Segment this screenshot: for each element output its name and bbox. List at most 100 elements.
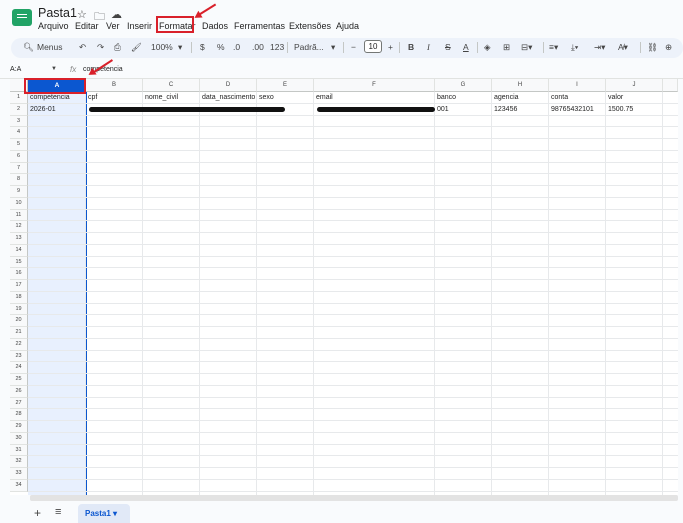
currency-button[interactable]: $	[200, 42, 205, 53]
column-header-f[interactable]: F	[314, 79, 435, 92]
font-select[interactable]: Padrã...	[294, 42, 324, 53]
decrease-font-size-button[interactable]: −	[351, 42, 356, 53]
column-header-b[interactable]: B	[86, 79, 143, 92]
row-header[interactable]: 20	[10, 315, 28, 327]
row-header[interactable]: 6	[10, 150, 28, 163]
row-header[interactable]: 15	[10, 256, 28, 269]
increase-font-size-button[interactable]: +	[388, 42, 393, 53]
row-header[interactable]: 11	[10, 209, 28, 222]
row-header[interactable]: 30	[10, 432, 28, 445]
font-size-input[interactable]: 10	[364, 40, 382, 53]
row-header[interactable]: 12	[10, 221, 28, 233]
increase-decimal-button[interactable]: .00	[252, 42, 264, 53]
row-header[interactable]: 4	[10, 127, 28, 139]
cell-b1[interactable]: cpf	[88, 92, 142, 103]
cell-h1[interactable]: agencia	[494, 92, 548, 103]
row-header[interactable]: 23	[10, 350, 28, 363]
name-box[interactable]: A:A	[10, 66, 21, 73]
column-header-e[interactable]: E	[257, 79, 314, 92]
borders-icon[interactable]: ⊞	[503, 42, 510, 53]
text-wrap-icon[interactable]: ⇥▾	[594, 42, 605, 53]
row-header[interactable]: 29	[10, 421, 28, 433]
cell-j2[interactable]: 1500.75	[608, 104, 662, 115]
menu-editar[interactable]: Editar	[74, 21, 100, 32]
row-header[interactable]: 14	[10, 244, 28, 257]
row-header[interactable]: 17	[10, 280, 28, 292]
comment-icon[interactable]: ⊕	[665, 42, 672, 53]
row-header[interactable]: 24	[10, 362, 28, 374]
chevron-down-icon[interactable]: ▾	[178, 42, 182, 53]
search-menus-button[interactable]: Menus	[37, 42, 63, 53]
text-color-button[interactable]: A	[463, 42, 469, 53]
cell-d1[interactable]: data_nascimento	[202, 92, 256, 103]
add-sheet-icon[interactable]: +	[34, 506, 41, 520]
menu-ferramentas[interactable]: Ferramentas	[233, 21, 286, 32]
spreadsheet-grid[interactable]: A B C D E F G H I J 1 2 3 4 5 6 7 8 9 10 11 12 13 14 15 16 17 18 19…	[10, 79, 678, 495]
print-icon[interactable]: ⎙	[114, 42, 121, 53]
row-header[interactable]: 13	[10, 233, 28, 245]
italic-button[interactable]: I	[427, 42, 430, 53]
bold-button[interactable]: B	[408, 42, 414, 53]
horizontal-scrollbar[interactable]	[30, 495, 678, 501]
link-icon[interactable]: ⛓	[647, 42, 658, 53]
menu-dados[interactable]: Dados	[201, 21, 229, 32]
row-header[interactable]: 9	[10, 186, 28, 198]
row-header[interactable]: 5	[10, 139, 28, 151]
column-header-i[interactable]: I	[549, 79, 606, 92]
cell-e1[interactable]: sexo	[259, 92, 313, 103]
row-header[interactable]: 3	[10, 115, 28, 128]
cell-i2[interactable]: 98765432101	[551, 104, 605, 115]
menu-ajuda[interactable]: Ajuda	[335, 21, 360, 32]
decrease-decimal-button[interactable]: .0	[233, 42, 240, 53]
cell-c1[interactable]: nome_civil	[145, 92, 199, 103]
cell-j1[interactable]: valor	[608, 92, 662, 103]
row-header[interactable]: 18	[10, 291, 28, 304]
column-header-g[interactable]: G	[435, 79, 492, 92]
row-header[interactable]: 16	[10, 268, 28, 280]
redo-icon[interactable]: ↷	[97, 42, 104, 53]
row-header[interactable]: 32	[10, 456, 28, 468]
number-format-button[interactable]: 123	[270, 42, 284, 53]
merge-cells-icon[interactable]: ⊟▾	[521, 42, 532, 53]
menu-extensoes[interactable]: Extensões	[288, 21, 332, 32]
cell-f1[interactable]: email	[316, 92, 434, 103]
column-header-c[interactable]: C	[143, 79, 200, 92]
row-header[interactable]: 33	[10, 468, 28, 480]
chevron-down-icon[interactable]: ▼	[51, 66, 57, 72]
row-header[interactable]: 19	[10, 303, 28, 316]
cell-g2[interactable]: 001	[437, 104, 491, 115]
percent-button[interactable]: %	[217, 42, 225, 53]
undo-icon[interactable]: ↶	[79, 42, 86, 53]
column-header-h[interactable]: H	[492, 79, 549, 92]
column-header-d[interactable]: D	[200, 79, 257, 92]
menu-ver[interactable]: Ver	[105, 21, 121, 32]
row-header[interactable]: 21	[10, 327, 28, 339]
search-icon[interactable]: 🔍︎	[23, 42, 34, 53]
menu-inserir[interactable]: Inserir	[126, 21, 153, 32]
menu-arquivo[interactable]: Arquivo	[37, 21, 70, 32]
text-rotation-icon[interactable]: A̸▾	[618, 42, 628, 53]
row-header[interactable]: 10	[10, 197, 28, 210]
row-header[interactable]: 27	[10, 397, 28, 410]
row-header[interactable]: 7	[10, 162, 28, 175]
fill-color-icon[interactable]: ◈	[484, 42, 491, 53]
row-header[interactable]: 22	[10, 338, 28, 351]
cell-a2[interactable]: 2026-01	[30, 104, 85, 115]
row-header[interactable]: 25	[10, 374, 28, 386]
row-header[interactable]: 2	[10, 103, 28, 116]
horizontal-align-icon[interactable]: ≡▾	[549, 42, 558, 53]
cell-h2[interactable]: 123456	[494, 104, 548, 115]
strikethrough-button[interactable]: S	[445, 42, 451, 53]
row-header[interactable]: 26	[10, 385, 28, 398]
chevron-down-icon[interactable]: ▾	[331, 42, 335, 53]
row-header[interactable]: 8	[10, 174, 28, 186]
document-title[interactable]: Pasta1	[38, 6, 77, 20]
zoom-select[interactable]: 100%	[151, 42, 173, 53]
cell-i1[interactable]: conta	[551, 92, 605, 103]
row-header[interactable]: 28	[10, 409, 28, 421]
sheet-tab-label[interactable]: Pasta1 ▾	[85, 509, 117, 518]
row-header[interactable]: 31	[10, 444, 28, 457]
cell-g1[interactable]: banco	[437, 92, 491, 103]
row-header[interactable]: 34	[10, 479, 28, 492]
vertical-align-icon[interactable]: ⤓▾	[571, 42, 578, 53]
